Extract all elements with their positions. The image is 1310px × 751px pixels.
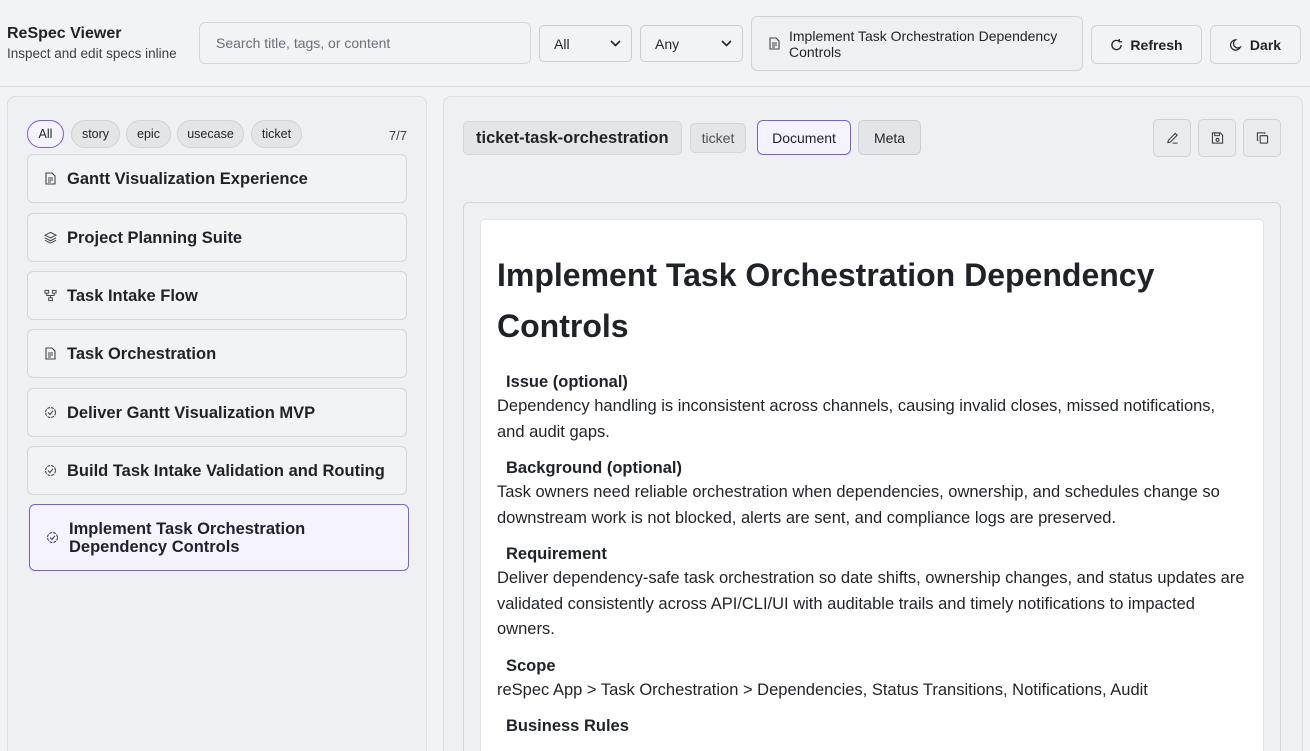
- list-item-selected[interactable]: Implement Task Orchestration Dependency …: [29, 504, 409, 571]
- filter-chip-usecase[interactable]: usecase: [177, 120, 244, 148]
- list-item-label: Project Planning Suite: [67, 228, 243, 247]
- search-input[interactable]: [199, 22, 531, 64]
- edit-icon: [1166, 132, 1179, 145]
- save-button[interactable]: [1198, 119, 1236, 157]
- list-item-label: Gantt Visualization Experience: [67, 169, 308, 188]
- list-item[interactable]: Build Task Intake Validation and Routing: [27, 446, 407, 495]
- list-item-label: Task Intake Flow: [67, 286, 198, 305]
- doc-section: Issue (optional) Dependency handling is …: [497, 372, 1247, 445]
- list-item-label: Implement Task Orchestration Dependency …: [69, 519, 306, 556]
- list-item-label: Deliver Gantt Visualization MVP: [67, 403, 316, 422]
- list-item-label: Task Orchestration: [67, 344, 217, 363]
- doc-section: Requirement Deliver dependency-safe task…: [497, 544, 1247, 643]
- doc-section: Business Rules: [497, 716, 1247, 736]
- copy-icon: [1256, 132, 1269, 145]
- list-item[interactable]: Project Planning Suite: [27, 213, 407, 262]
- copy-button[interactable]: [1243, 119, 1281, 157]
- badge-check-icon: [44, 464, 57, 477]
- badge-check-icon: [46, 531, 59, 544]
- doc-section-body: Deliver dependency-safe task orchestrati…: [497, 569, 1245, 638]
- type-badge: ticket: [690, 123, 746, 153]
- type-filter-select[interactable]: All: [539, 25, 632, 62]
- document-icon: [44, 172, 57, 185]
- current-spec-title: Implement Task Orchestration Dependency …: [789, 27, 1058, 60]
- layers-icon: [44, 231, 57, 244]
- filter-chip-all[interactable]: All: [27, 120, 64, 148]
- app-title: ReSpec Viewer: [7, 25, 122, 42]
- doc-section-heading: Background (optional): [506, 459, 682, 477]
- list-item-label: Build Task Intake Validation and Routing: [67, 461, 385, 480]
- brand: ReSpec Viewer Inspect and edit specs inl…: [7, 25, 177, 62]
- filter-chip-story[interactable]: story: [71, 120, 120, 148]
- edit-button[interactable]: [1153, 119, 1191, 157]
- doc-section: Scope reSpec App > Task Orchestration > …: [497, 656, 1247, 704]
- list-item[interactable]: Task Orchestration: [27, 329, 407, 378]
- status-filter-value: Any: [655, 35, 680, 52]
- doc-section-body: Dependency handling is inconsistent acro…: [497, 397, 1216, 441]
- doc-section-heading: Scope: [506, 656, 556, 675]
- document-icon: [44, 347, 57, 360]
- doc-title: Implement Task Orchestration Dependency …: [497, 257, 1155, 344]
- doc-section-heading: Business Rules: [506, 717, 629, 735]
- doc-section: Background (optional) Task owners need r…: [497, 458, 1247, 531]
- document-view: Implement Task Orchestration Dependency …: [480, 219, 1264, 751]
- type-filter-value: All: [554, 35, 570, 52]
- badge-check-icon: [44, 406, 57, 419]
- doc-section-heading: Requirement: [506, 545, 607, 563]
- theme-toggle-button[interactable]: Dark: [1210, 25, 1301, 64]
- moon-icon: [1229, 38, 1243, 51]
- list-item[interactable]: Gantt Visualization Experience: [27, 154, 407, 203]
- app-header: ReSpec Viewer Inspect and edit specs inl…: [0, 0, 1310, 87]
- app-subtitle: Inspect and edit specs inline: [7, 46, 177, 61]
- chevron-down-icon: [610, 38, 621, 50]
- save-icon: [1211, 132, 1224, 145]
- refresh-icon: [1110, 38, 1123, 51]
- result-count: 7/7: [388, 128, 407, 143]
- doc-section-body: reSpec App > Task Orchestration > Depend…: [497, 680, 1148, 699]
- current-spec-pill[interactable]: Implement Task Orchestration Dependency …: [751, 16, 1083, 71]
- chevron-down-icon: [721, 38, 732, 50]
- list-item[interactable]: Task Intake Flow: [27, 271, 407, 320]
- tab-meta[interactable]: Meta: [858, 120, 921, 155]
- spec-id: ticket-task-orchestration: [463, 121, 682, 155]
- theme-label: Dark: [1249, 36, 1282, 53]
- spec-sidebar: All story epic usecase ticket 7/7 Gantt …: [7, 96, 427, 751]
- spec-detail-panel: ticket-task-orchestration ticket Documen…: [443, 96, 1303, 751]
- filter-chip-epic[interactable]: epic: [126, 120, 171, 148]
- flow-icon: [44, 289, 57, 302]
- filter-chip-ticket[interactable]: ticket: [251, 120, 302, 148]
- document-icon: [768, 37, 781, 50]
- refresh-label: Refresh: [1130, 36, 1183, 53]
- list-item[interactable]: Deliver Gantt Visualization MVP: [27, 388, 407, 437]
- document-frame: Implement Task Orchestration Dependency …: [463, 202, 1281, 751]
- tab-document[interactable]: Document: [757, 120, 851, 155]
- status-filter-select[interactable]: Any: [640, 25, 743, 62]
- doc-section-body: Task owners need reliable orchestration …: [497, 483, 1220, 527]
- doc-section-heading: Issue (optional): [506, 373, 628, 391]
- refresh-button[interactable]: Refresh: [1091, 25, 1202, 64]
